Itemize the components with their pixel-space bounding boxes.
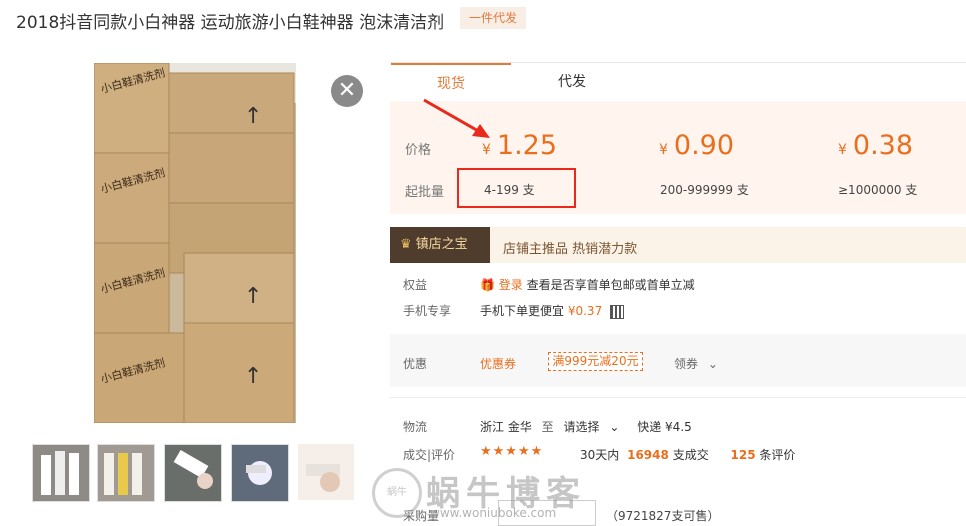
mobile-label: 手机专享 (403, 304, 452, 318)
gift-icon: 🎁 (480, 278, 495, 292)
benefits-label: 权益 (403, 278, 428, 292)
mobile-row: 手机下单更便宜 ¥0.37 (480, 302, 625, 319)
to-text: 至 (541, 420, 554, 434)
thumbnail-3[interactable] (164, 444, 222, 502)
svg-text:↑: ↑ (244, 364, 262, 389)
svg-text:↑: ↑ (244, 104, 262, 129)
qty-tier-2: 200-999999 支 (660, 183, 749, 197)
qr-code-icon[interactable] (610, 304, 625, 319)
logistics-row: 浙江 金华 至 请选择 ⌄ 快递 ¥4.5 (480, 418, 692, 435)
chevron-down-icon[interactable]: ⌄ (609, 420, 619, 434)
red-arrow-annotation (423, 98, 490, 138)
section-divider (390, 397, 966, 398)
tab-dropship[interactable]: 代发 (512, 63, 632, 101)
logistics-label: 物流 (403, 420, 428, 434)
express-fee: 快递 ¥4.5 (637, 420, 692, 434)
price-tier-2: ¥0.90 (659, 130, 735, 161)
deals-period: 30天内 (580, 448, 620, 462)
shop-treasure-text: 店铺主推品 热销潜力款 (503, 242, 638, 257)
coupon-badge[interactable]: 满999元减20元 (548, 352, 643, 371)
product-title: 2018抖音同款小白神器 运动旅游小白鞋神器 泡沫清洁剂 (16, 13, 445, 33)
highlight-box (457, 168, 576, 208)
rating-stars: ★★★★★ (480, 444, 544, 459)
crown-icon: ♛ (400, 237, 412, 252)
get-coupon-button[interactable]: 领券 ⌄ (674, 355, 718, 372)
thumbnail-1[interactable] (32, 444, 90, 502)
currency-symbol: ¥ (659, 142, 668, 158)
watermark-logo: 蜗牛 (372, 468, 422, 518)
deals-count: 16948 (627, 448, 669, 462)
thumbnail-4[interactable] (231, 444, 289, 502)
chevron-down-icon: ⌄ (707, 357, 718, 371)
stock-available: （9721827支可售） (606, 509, 720, 523)
benefits-row: 🎁 登录 查看是否享首单包邮或首单立减 (480, 276, 695, 293)
discount-label: 优惠 (403, 357, 428, 371)
watermark-url: www.woniuboke.com (430, 506, 557, 520)
price-tier-3: ¥0.38 (838, 130, 914, 161)
destination-select[interactable]: 请选择 (564, 420, 600, 434)
deals-row: 30天内 16948 支成交 125 条评价 (580, 446, 795, 463)
mobile-price: ¥0.37 (567, 304, 603, 318)
login-link[interactable]: 登录 (499, 278, 523, 292)
svg-text:↑: ↑ (244, 284, 262, 309)
moq-label: 起批量 (405, 185, 445, 200)
dropship-tag: 一件代发 (460, 7, 526, 29)
deals-count-suffix: 支成交 (672, 448, 709, 462)
reviews-count[interactable]: 125 (731, 448, 756, 462)
benefits-text: 查看是否享首单包邮或首单立减 (526, 278, 695, 292)
currency-symbol: ¥ (838, 142, 847, 158)
shop-treasure-badge: ♛ 镇店之宝 (390, 227, 490, 263)
origin: 浙江 金华 (480, 420, 532, 434)
thumbnail-5[interactable] (298, 444, 354, 500)
thumbnail-2[interactable] (97, 444, 155, 502)
close-icon[interactable]: ✕ (331, 75, 363, 107)
main-product-image: 小白鞋清洗剂 小白鞋清洗剂 小白鞋清洗剂 小白鞋清洗剂 ↑ ↑ ↑ (94, 63, 296, 423)
deals-label: 成交|评价 (403, 448, 456, 462)
qty-tier-3: ≥1000000 支 (838, 183, 918, 197)
coupon-text: 优惠券 (480, 357, 517, 371)
mobile-text: 手机下单更便宜 (480, 304, 565, 318)
reviews-suffix: 条评价 (759, 448, 796, 462)
